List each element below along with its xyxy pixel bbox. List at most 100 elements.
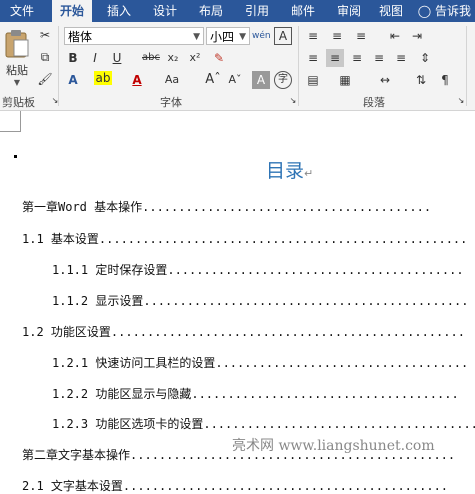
chinese-layout-icon[interactable]: ↔ xyxy=(376,71,394,89)
enclose-char-icon[interactable]: 字 xyxy=(274,71,292,89)
align-left-icon[interactable]: ≡ xyxy=(304,49,322,67)
phonetic-guide-icon[interactable]: wén xyxy=(252,27,271,45)
paragraph-group-label: 段落 xyxy=(363,96,385,109)
align-center-icon[interactable]: ≡ xyxy=(326,49,344,67)
group-divider xyxy=(466,26,467,106)
toc-entry[interactable]: 1.2.1 快速访问工具栏的设置........................… xyxy=(52,354,475,371)
margin-corner-mark xyxy=(0,111,21,132)
toc-leader: ..................................... xyxy=(191,387,459,401)
font-name-value: 楷体 xyxy=(68,30,93,44)
copy-icon[interactable]: ⧉ xyxy=(36,48,54,66)
font-size-combo[interactable]: 小四 ▼ xyxy=(206,27,250,45)
toc-entry[interactable]: 1.1.1 定时保存设置............................… xyxy=(52,261,475,278)
toc-entry-text: 1.2 功能区设置 xyxy=(22,325,111,339)
highlight-icon[interactable]: ab xyxy=(94,71,112,85)
text-effects-icon[interactable]: A xyxy=(64,71,82,89)
bullet-mark xyxy=(14,155,17,158)
grow-font-icon[interactable]: Aˆ xyxy=(204,71,222,89)
toc-entry[interactable]: 1.2.2 功能区显示与隐藏..........................… xyxy=(52,385,475,402)
toc-entry[interactable]: 1.2.3 功能区选项卡的设置.........................… xyxy=(52,415,475,432)
decrease-indent-icon[interactable]: ⇤ xyxy=(386,27,404,45)
chevron-down-icon: ▼ xyxy=(13,78,21,87)
tab-layout[interactable]: 布局 xyxy=(192,0,230,22)
tab-view[interactable]: 视图 xyxy=(372,0,410,22)
tell-me-label: 告诉我 xyxy=(434,4,471,18)
bullets-icon[interactable]: ≡ xyxy=(304,27,322,45)
tell-me-box[interactable]: ◯ 告诉我 xyxy=(418,0,471,22)
group-divider xyxy=(298,26,299,106)
bold-icon[interactable]: B xyxy=(64,49,82,67)
tab-mailings[interactable]: 邮件 xyxy=(284,0,322,22)
tab-references[interactable]: 引用 xyxy=(238,0,276,22)
clipboard-icon xyxy=(5,30,29,58)
ribbon-tab-bar: 文件 开始 插入 设计 布局 引用 邮件 审阅 视图 ◯ 告诉我 xyxy=(0,0,475,22)
toc-leader: ........................................… xyxy=(110,325,465,339)
toc-leader: ................................... xyxy=(215,356,469,370)
strikethrough-icon[interactable]: abc xyxy=(140,49,162,67)
shading-icon[interactable]: ▤ xyxy=(304,71,322,89)
dialog-launcher-icon[interactable]: ↘ xyxy=(284,92,302,110)
format-painter-icon[interactable]: 🖌 xyxy=(36,70,54,88)
multilevel-list-icon[interactable]: ≡ xyxy=(352,27,370,45)
tab-design[interactable]: 设计 xyxy=(146,0,184,22)
char-border-icon[interactable]: A xyxy=(274,27,292,45)
toc-title-text: 目录 xyxy=(266,160,305,182)
tab-insert[interactable]: 插入 xyxy=(100,0,138,22)
toc-entry-text: 1.1.2 显示设置 xyxy=(52,294,144,308)
toc-entry-text: 1.2.3 功能区选项卡的设置 xyxy=(52,417,204,431)
toc-entry[interactable]: 1.1.2 显示设置..............................… xyxy=(52,292,475,309)
tab-review[interactable]: 审阅 xyxy=(330,0,368,22)
distributed-icon[interactable]: ≡ xyxy=(392,49,410,67)
toc-entry[interactable]: 1.1 基本设置................................… xyxy=(22,230,475,247)
shrink-font-icon[interactable]: Aˇ xyxy=(226,71,244,89)
justify-icon[interactable]: ≡ xyxy=(370,49,388,67)
underline-icon[interactable]: U xyxy=(108,49,126,67)
char-shading-icon[interactable]: A xyxy=(252,71,270,89)
toc-title: 目录↵ xyxy=(266,156,313,183)
toc-entry-text: 第一章Word 基本操作 xyxy=(22,200,143,214)
toc-entry[interactable]: 2.1 文字基本设置..............................… xyxy=(22,477,475,494)
show-marks-icon[interactable]: ¶ xyxy=(436,71,454,89)
toc-leader: ........................................… xyxy=(143,294,469,308)
chevron-down-icon: ▼ xyxy=(239,32,246,42)
toc-entry-text: 第二章文字基本操作 xyxy=(22,448,131,462)
font-group-label: 字体 xyxy=(160,96,182,109)
toc-entry[interactable]: 1.2 功能区设置...............................… xyxy=(22,323,475,340)
toc-entry-text: 1.2.1 快速访问工具栏的设置 xyxy=(52,356,216,370)
toc-entry-text: 1.1.1 定时保存设置 xyxy=(52,263,168,277)
toc-leader: ........................................… xyxy=(122,479,449,493)
font-color-icon[interactable]: A xyxy=(128,71,146,89)
ribbon: 粘贴 ▼ ✂ ⧉ 🖌 剪贴板 ↘ 楷体 ▼ 小四 ▼ wén A B I U a… xyxy=(0,22,475,111)
cut-icon[interactable]: ✂ xyxy=(36,26,54,44)
paragraph-mark-icon: ↵ xyxy=(304,167,314,180)
clipboard-group-label: 剪贴板 xyxy=(2,96,35,109)
toc-leader: ...................................... xyxy=(203,417,475,431)
clear-format-icon[interactable]: ✎ xyxy=(210,49,228,67)
paste-button[interactable]: 粘贴 ▼ xyxy=(2,28,32,87)
dialog-launcher-icon[interactable]: ↘ xyxy=(46,92,64,110)
toc-leader: ........................................ xyxy=(142,200,432,214)
numbering-icon[interactable]: ≡ xyxy=(328,27,346,45)
font-size-value: 小四 xyxy=(210,30,235,44)
lightbulb-icon: ◯ xyxy=(417,4,432,18)
toc-leader: ........................................… xyxy=(98,232,468,246)
line-spacing-icon[interactable]: ⇕ xyxy=(416,49,434,67)
toc-entry[interactable]: 第一章Word 基本操作............................… xyxy=(22,198,475,215)
change-case-icon[interactable]: Aa xyxy=(160,71,184,89)
site-watermark: 亮术网 www.liangshunet.com xyxy=(232,438,435,454)
paste-label: 粘贴 xyxy=(6,64,28,77)
increase-indent-icon[interactable]: ⇥ xyxy=(408,27,426,45)
subscript-icon[interactable]: x₂ xyxy=(164,49,182,67)
superscript-icon[interactable]: x² xyxy=(186,49,204,67)
borders-icon[interactable]: ▦ xyxy=(336,71,354,89)
toc-entry-text: 1.2.2 功能区显示与隐藏 xyxy=(52,387,192,401)
align-right-icon[interactable]: ≡ xyxy=(348,49,366,67)
dialog-launcher-icon[interactable]: ↘ xyxy=(452,92,470,110)
sort-icon[interactable]: ⇅ xyxy=(412,71,430,89)
font-name-combo[interactable]: 楷体 ▼ xyxy=(64,27,204,45)
tab-file[interactable]: 文件 xyxy=(0,0,44,22)
tab-home[interactable]: 开始 xyxy=(52,0,92,22)
chevron-down-icon: ▼ xyxy=(193,32,200,42)
group-divider xyxy=(58,26,59,106)
italic-icon[interactable]: I xyxy=(86,49,104,67)
